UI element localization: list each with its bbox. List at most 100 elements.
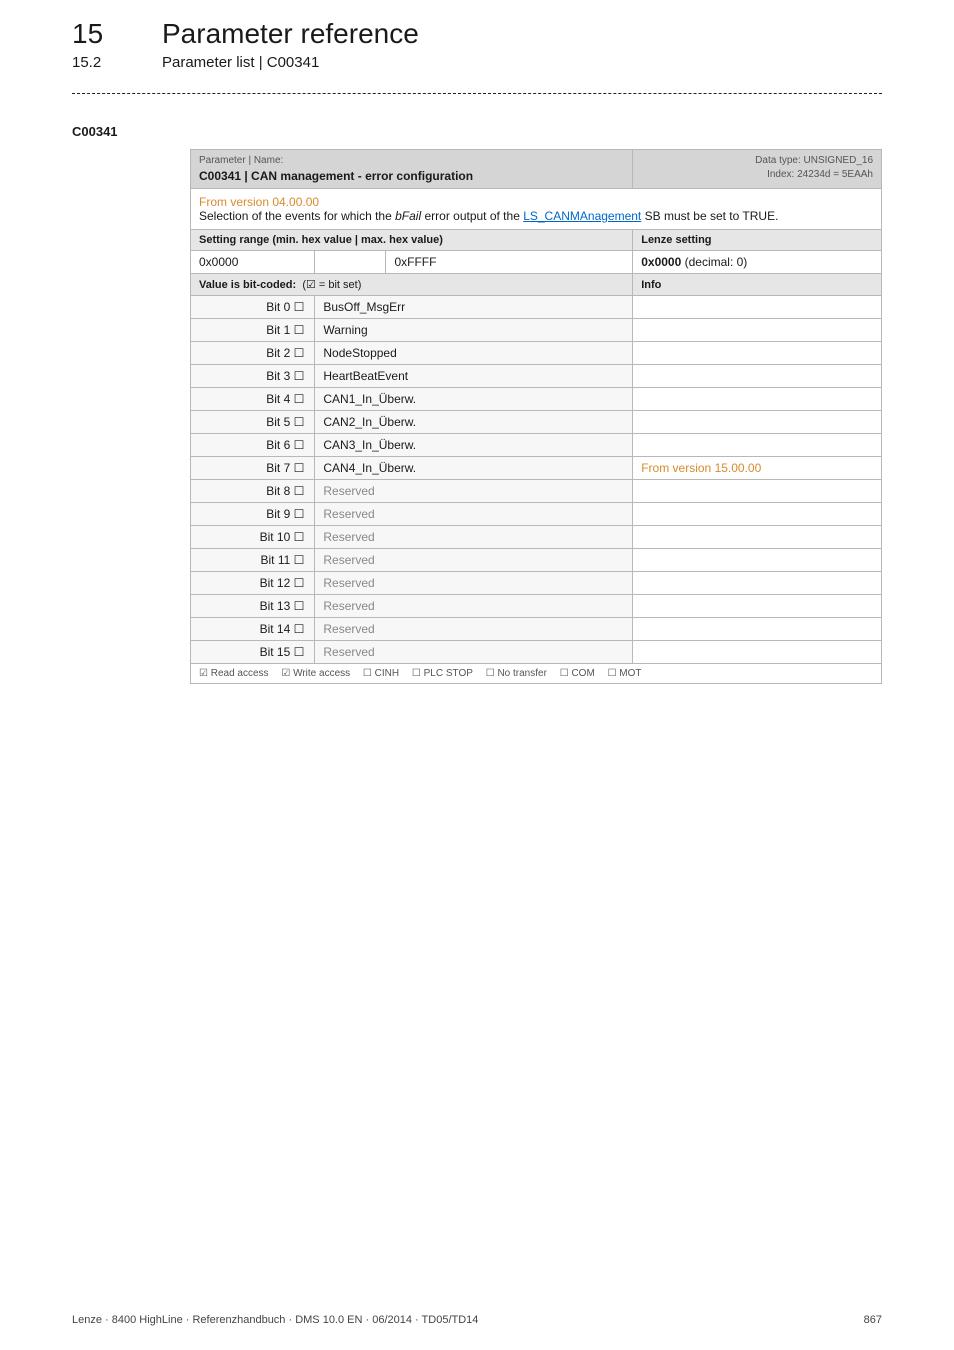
bit-info	[633, 434, 882, 457]
chapter-title: Parameter reference	[162, 18, 419, 50]
bit-info	[633, 595, 882, 618]
bit-row: Bit 13 ☐Reserved	[191, 595, 882, 618]
bit-index: Bit 4 ☐	[191, 388, 315, 411]
param-name-value: C00341 | CAN management - error configur…	[199, 169, 473, 183]
bit-index: Bit 13 ☐	[191, 595, 315, 618]
bit-index: Bit 1 ☐	[191, 319, 315, 342]
bit-index: Bit 10 ☐	[191, 526, 315, 549]
bit-name: CAN2_In_Überw.	[315, 411, 633, 434]
bit-index: Bit 2 ☐	[191, 342, 315, 365]
bit-info	[633, 319, 882, 342]
bit-index: Bit 11 ☐	[191, 549, 315, 572]
bit-name: NodeStopped	[315, 342, 633, 365]
bit-index: Bit 7 ☐	[191, 457, 315, 480]
param-code-heading: C00341	[72, 124, 954, 139]
bit-name: Reserved	[315, 618, 633, 641]
lenze-setting-value: 0x0000	[641, 255, 681, 269]
lenze-setting-label: Lenze setting	[633, 230, 882, 251]
access-plc: ☐ PLC STOP	[412, 668, 473, 679]
chapter-number: 15	[72, 18, 162, 50]
note-desc-pre: Selection of the events for which the	[199, 209, 395, 223]
bit-name: CAN3_In_Überw.	[315, 434, 633, 457]
bit-row: Bit 6 ☐CAN3_In_Überw.	[191, 434, 882, 457]
bit-name: CAN4_In_Überw.	[315, 457, 633, 480]
note-desc-ital: bFail	[395, 209, 421, 223]
info-label: Info	[633, 274, 882, 296]
bit-row: Bit 1 ☐Warning	[191, 319, 882, 342]
note-link[interactable]: LS_CANMAnagement	[523, 209, 641, 223]
bit-row: Bit 12 ☐Reserved	[191, 572, 882, 595]
bit-row: Bit 10 ☐Reserved	[191, 526, 882, 549]
section-title: Parameter list | C00341	[162, 54, 319, 71]
bit-info	[633, 549, 882, 572]
divider	[72, 93, 882, 94]
lenze-setting-suffix: (decimal: 0)	[681, 255, 747, 269]
access-read: ☑ Read access	[199, 668, 269, 679]
value-row: 0x0000 0xFFFF 0x0000 (decimal: 0)	[191, 251, 882, 274]
bit-info: From version 15.00.00	[633, 457, 882, 480]
note-row: From version 04.00.00 Selection of the e…	[191, 189, 882, 230]
bit-info	[633, 526, 882, 549]
bit-index: Bit 12 ☐	[191, 572, 315, 595]
parameter-table: Parameter | Name: C00341 | CAN managemen…	[190, 149, 882, 684]
bit-row: Bit 3 ☐HeartBeatEvent	[191, 365, 882, 388]
bit-index: Bit 9 ☐	[191, 503, 315, 526]
bit-name: Reserved	[315, 572, 633, 595]
bit-row: Bit 8 ☐Reserved	[191, 480, 882, 503]
bitcoded-label: Value is bit-coded:	[199, 279, 296, 291]
footer-page-number: 867	[864, 1314, 882, 1326]
bit-info	[633, 365, 882, 388]
note-desc-post: SB must be set to TRUE.	[641, 209, 778, 223]
setting-range-label: Setting range (min. hex value | max. hex…	[191, 230, 633, 251]
min-hex: 0x0000	[191, 251, 315, 274]
bit-index: Bit 5 ☐	[191, 411, 315, 434]
bit-row: Bit 2 ☐NodeStopped	[191, 342, 882, 365]
bit-row: Bit 15 ☐Reserved	[191, 641, 882, 664]
bit-row: Bit 4 ☐CAN1_In_Überw.	[191, 388, 882, 411]
access-com: ☐ COM	[560, 668, 595, 679]
bit-index: Bit 8 ☐	[191, 480, 315, 503]
bit-index: Bit 14 ☐	[191, 618, 315, 641]
param-name-label: Parameter | Name:	[199, 155, 283, 166]
bit-name: Warning	[315, 319, 633, 342]
bit-row: Bit 0 ☐BusOff_MsgErr	[191, 296, 882, 319]
bit-row: Bit 7 ☐CAN4_In_Überw.From version 15.00.…	[191, 457, 882, 480]
bit-row: Bit 9 ☐Reserved	[191, 503, 882, 526]
section-number: 15.2	[72, 54, 162, 71]
bit-info	[633, 572, 882, 595]
param-index: Index: 24234d = 5EAAh	[767, 169, 873, 180]
bit-name: BusOff_MsgErr	[315, 296, 633, 319]
access-write: ☑ Write access	[281, 668, 350, 679]
param-datatype: Data type: UNSIGNED_16	[755, 155, 873, 166]
footer-left: Lenze · 8400 HighLine · Referenzhandbuch…	[72, 1314, 478, 1326]
bit-info	[633, 411, 882, 434]
bit-info	[633, 296, 882, 319]
bit-info	[633, 503, 882, 526]
bit-info	[633, 618, 882, 641]
access-mot: ☐ MOT	[608, 668, 642, 679]
bit-index: Bit 3 ☐	[191, 365, 315, 388]
bit-row: Bit 5 ☐CAN2_In_Überw.	[191, 411, 882, 434]
bit-name: Reserved	[315, 480, 633, 503]
bit-name: Reserved	[315, 595, 633, 618]
bit-index: Bit 15 ☐	[191, 641, 315, 664]
page-footer: Lenze · 8400 HighLine · Referenzhandbuch…	[72, 1314, 882, 1326]
note-desc-mid: error output of the	[421, 209, 523, 223]
access-cinh: ☐ CINH	[363, 668, 399, 679]
access-notransfer: ☐ No transfer	[486, 668, 547, 679]
bitcoded-suffix: (☑ = bit set)	[302, 279, 361, 291]
bit-row: Bit 11 ☐Reserved	[191, 549, 882, 572]
bit-index: Bit 0 ☐	[191, 296, 315, 319]
bit-name: HeartBeatEvent	[315, 365, 633, 388]
bit-info	[633, 641, 882, 664]
max-hex: 0xFFFF	[386, 251, 633, 274]
setting-range-row: Setting range (min. hex value | max. hex…	[191, 230, 882, 251]
access-row: ☑ Read access ☑ Write access ☐ CINH ☐ PL…	[191, 664, 882, 684]
bit-name: Reserved	[315, 641, 633, 664]
bit-name: Reserved	[315, 526, 633, 549]
bit-name: Reserved	[315, 503, 633, 526]
note-version: From version 04.00.00	[199, 195, 319, 209]
bit-index: Bit 6 ☐	[191, 434, 315, 457]
bit-info	[633, 388, 882, 411]
bit-name: CAN1_In_Überw.	[315, 388, 633, 411]
